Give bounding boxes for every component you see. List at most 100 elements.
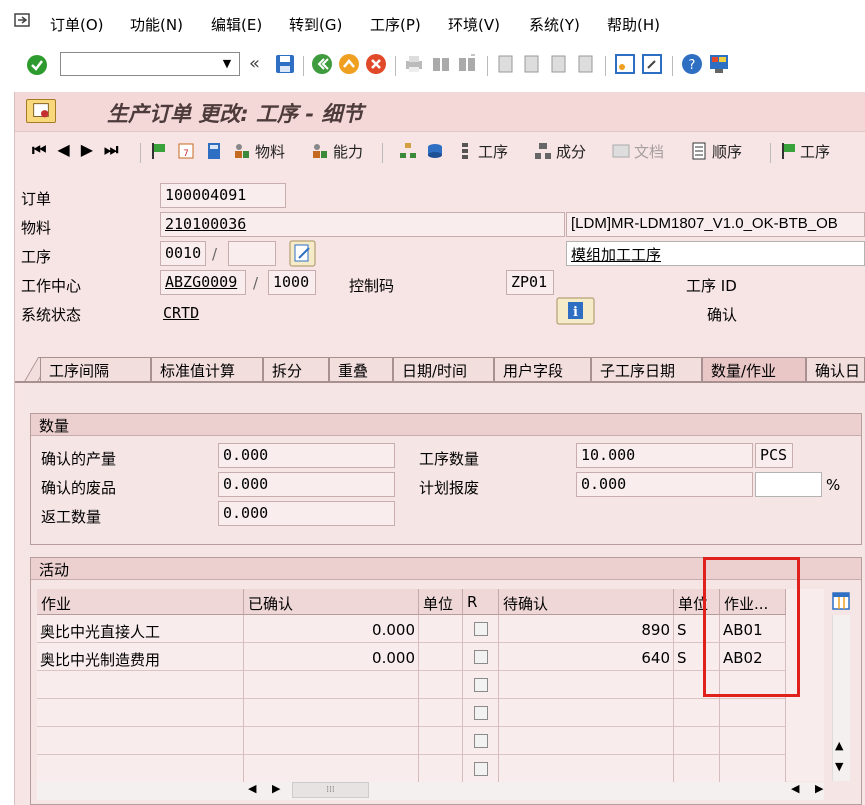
scroll-up-icon[interactable]: ▲: [835, 739, 843, 752]
table-settings-icon[interactable]: [831, 591, 851, 611]
operation-description-field[interactable]: 模组加工工序: [566, 241, 865, 266]
col-unit[interactable]: 单位: [419, 589, 463, 615]
last-record-icon[interactable]: ⏭: [104, 140, 129, 159]
scroll-down-icon[interactable]: ▼: [835, 760, 843, 773]
checkbox[interactable]: [474, 762, 488, 776]
checkbox[interactable]: [474, 622, 488, 636]
tab-confirmation-date[interactable]: 确认日: [806, 357, 865, 382]
menu-function[interactable]: 功能(N): [130, 14, 183, 35]
tab-interval[interactable]: 工序间隔: [40, 357, 151, 382]
hierarchy-icon[interactable]: [399, 142, 417, 160]
capacity-icon[interactable]: [311, 142, 329, 160]
table-row-1-confirmed[interactable]: 0.000: [244, 615, 419, 643]
cancel-icon[interactable]: [365, 53, 387, 75]
order-field[interactable]: 100004091: [160, 183, 286, 208]
menu-system[interactable]: 系统(Y): [529, 14, 580, 35]
confirmed-yield-field[interactable]: 0.000: [218, 443, 395, 468]
table-empty-cell[interactable]: [244, 755, 419, 783]
horizontal-scroll-thumb[interactable]: ⁞⁞⁞: [292, 782, 369, 798]
database-icon[interactable]: [426, 142, 444, 160]
create-session-icon[interactable]: [614, 53, 636, 75]
checkbox[interactable]: [474, 678, 488, 692]
table-empty-cell[interactable]: [419, 755, 463, 783]
next-page-icon[interactable]: [549, 53, 569, 75]
first-record-icon[interactable]: ⏮: [32, 140, 57, 159]
table-empty-cell[interactable]: [37, 727, 244, 755]
menu-operation[interactable]: 工序(P): [370, 14, 421, 35]
table-empty-cell[interactable]: [244, 699, 419, 727]
table-row-1-activity[interactable]: 奥比中光直接人工: [37, 615, 244, 643]
document-button[interactable]: 文档: [634, 141, 664, 162]
scroll-left-2-icon[interactable]: ◀: [791, 782, 799, 795]
tab-split[interactable]: 拆分: [263, 357, 329, 382]
menu-environment[interactable]: 环境(V): [448, 14, 500, 35]
operation-icon[interactable]: [456, 142, 474, 160]
table-empty-cell[interactable]: [499, 699, 674, 727]
col-confirmed[interactable]: 已确认: [244, 589, 419, 615]
capacity-button[interactable]: 能力: [333, 141, 363, 162]
system-menu-icon[interactable]: [13, 12, 33, 30]
first-page-icon[interactable]: [496, 53, 516, 75]
document-icon[interactable]: [612, 142, 630, 160]
material-button[interactable]: 物料: [255, 141, 285, 162]
scroll-right-2-icon[interactable]: ▶: [815, 782, 823, 795]
table-empty-cell[interactable]: [463, 755, 499, 783]
plant-field[interactable]: 1000: [268, 270, 316, 295]
tab-overlap[interactable]: 重叠: [329, 357, 393, 382]
table-empty-cell[interactable]: [499, 755, 674, 783]
menu-edit[interactable]: 编辑(E): [211, 14, 262, 35]
table-empty-cell[interactable]: [499, 727, 674, 755]
sequence-button[interactable]: 顺序: [712, 141, 742, 162]
checkbox[interactable]: [474, 650, 488, 664]
table-empty-cell[interactable]: [244, 727, 419, 755]
col-to-confirm[interactable]: 待确认: [499, 589, 674, 615]
table-empty-cell[interactable]: [720, 727, 786, 755]
scroll-left-icon[interactable]: ◀: [248, 782, 256, 795]
table-empty-cell[interactable]: [37, 755, 244, 783]
edit-long-text-icon[interactable]: [289, 240, 316, 267]
workcenter-field[interactable]: ABZG0009: [160, 270, 246, 295]
enter-icon[interactable]: [26, 54, 48, 76]
table-empty-cell[interactable]: [419, 671, 463, 699]
calendar-icon[interactable]: 7: [177, 142, 195, 160]
table-empty-cell[interactable]: [37, 671, 244, 699]
operation-button-2[interactable]: 工序: [800, 141, 830, 162]
table-row-2-to-confirm[interactable]: 640: [499, 643, 674, 671]
table-empty-cell[interactable]: [419, 727, 463, 755]
operation-field[interactable]: 0010: [160, 241, 206, 266]
tab-standard-value-calc[interactable]: 标准值计算: [151, 357, 263, 382]
table-empty-cell[interactable]: [37, 699, 244, 727]
table-empty-cell[interactable]: [720, 755, 786, 783]
table-row-2-unit[interactable]: [419, 643, 463, 671]
rework-quantity-field[interactable]: 0.000: [218, 501, 395, 526]
menu-help[interactable]: 帮助(H): [607, 14, 660, 35]
calculator-icon[interactable]: [205, 142, 223, 160]
scroll-right-icon[interactable]: ▶: [272, 782, 280, 795]
vertical-scrollbar[interactable]: [832, 615, 850, 781]
table-empty-cell[interactable]: [463, 727, 499, 755]
print-icon[interactable]: [403, 53, 425, 75]
prev-page-icon[interactable]: [522, 53, 542, 75]
shortcut-icon[interactable]: [641, 53, 663, 75]
table-empty-cell[interactable]: [499, 671, 674, 699]
tab-suboperation-dates[interactable]: 子工序日期: [591, 357, 702, 382]
checkbox[interactable]: [474, 734, 488, 748]
table-empty-cell[interactable]: [463, 699, 499, 727]
collapse-command-icon[interactable]: «: [249, 53, 260, 74]
col-r[interactable]: R: [463, 589, 499, 615]
table-row-2-r[interactable]: [463, 643, 499, 671]
table-row-1-unit[interactable]: [419, 615, 463, 643]
checkbox[interactable]: [474, 706, 488, 720]
table-empty-cell[interactable]: [463, 671, 499, 699]
table-empty-cell[interactable]: [674, 727, 720, 755]
table-row-2-activity[interactable]: 奥比中光制造费用: [37, 643, 244, 671]
planned-scrap-field[interactable]: 0.000: [576, 472, 753, 497]
table-empty-cell[interactable]: [674, 699, 720, 727]
prev-record-icon[interactable]: ◀: [57, 140, 80, 159]
table-row-1-r[interactable]: [463, 615, 499, 643]
exit-icon[interactable]: [338, 53, 360, 75]
customize-icon[interactable]: [708, 53, 730, 75]
operation-flag-icon[interactable]: [780, 142, 798, 160]
find-icon[interactable]: [430, 53, 452, 75]
material-icon[interactable]: [233, 142, 251, 160]
